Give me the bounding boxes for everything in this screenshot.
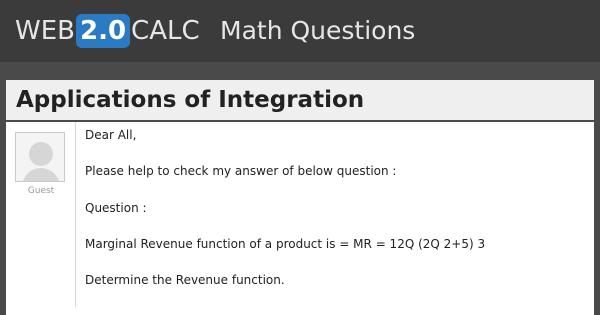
post-line: Dear All, [85, 128, 137, 142]
logo-prefix: WEB [15, 16, 75, 46]
post-line: Determine the Revenue function. [85, 273, 285, 287]
site-header: WEB 2.0 CALC Math Questions [0, 0, 600, 62]
author-name: Guest [27, 186, 55, 196]
section-title[interactable]: Math Questions [220, 14, 415, 48]
question-title-bar: Applications of Integration [6, 80, 594, 120]
post-line: Marginal Revenue function of a product i… [85, 237, 486, 251]
avatar [15, 132, 65, 182]
site-logo[interactable]: WEB 2.0 CALC [15, 14, 200, 48]
logo-badge: 2.0 [75, 14, 131, 48]
logo-suffix: CALC [131, 16, 200, 46]
page-title: Applications of Integration [16, 87, 365, 113]
post-line: Please help to check my answer of below … [85, 164, 397, 178]
post-line: Question : [85, 201, 147, 215]
author-column: Guest [6, 122, 76, 307]
question-post: Guest Dear All, Please help to check my … [6, 122, 594, 315]
